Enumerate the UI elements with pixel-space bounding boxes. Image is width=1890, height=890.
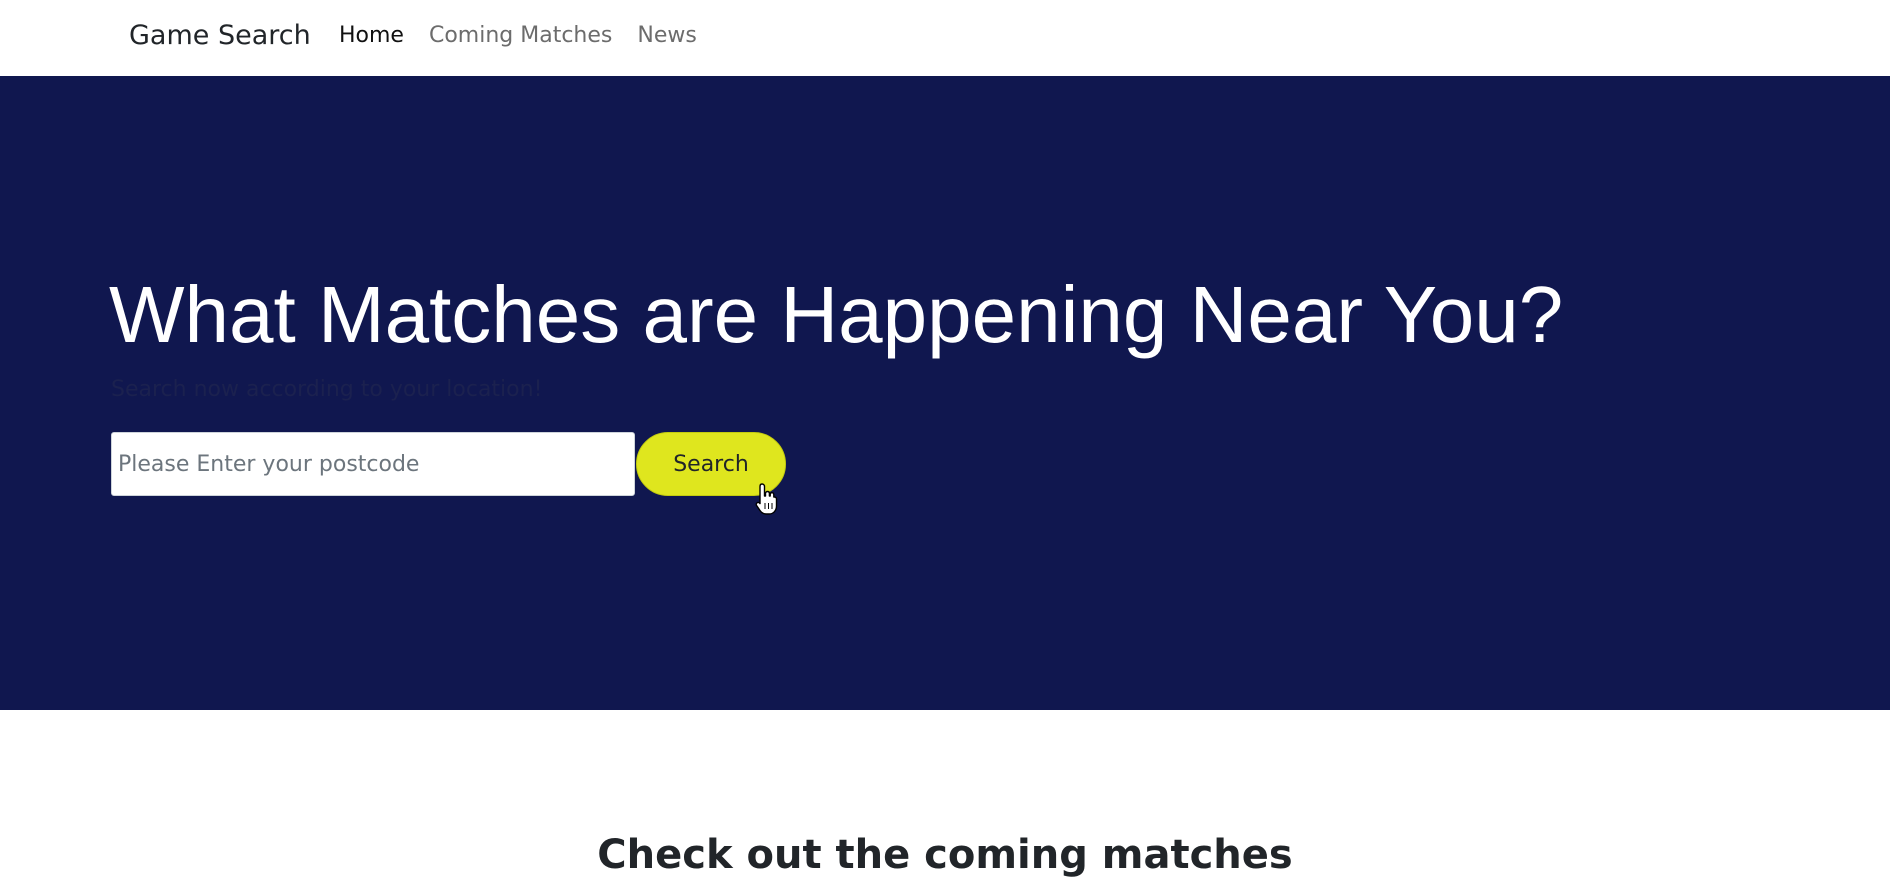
hand-pointer-icon — [755, 483, 778, 515]
hero-banner: What Matches are Happening Near You? Sea… — [0, 76, 1890, 710]
hero-title: What Matches are Happening Near You? — [109, 270, 1564, 359]
nav-link-news[interactable]: News — [637, 20, 696, 52]
postcode-input[interactable] — [111, 432, 635, 496]
top-navbar: Game Search Home Coming Matches News — [0, 0, 1890, 76]
hero-subtitle: Search now according to your location! — [111, 377, 543, 402]
coming-matches-heading: Check out the coming matches — [597, 832, 1293, 878]
nav-link-coming-matches[interactable]: Coming Matches — [429, 20, 612, 52]
brand-logo-link[interactable]: Game Search — [129, 18, 311, 54]
nav-link-home[interactable]: Home — [339, 20, 404, 52]
nav-links: Home Coming Matches News — [339, 20, 722, 52]
